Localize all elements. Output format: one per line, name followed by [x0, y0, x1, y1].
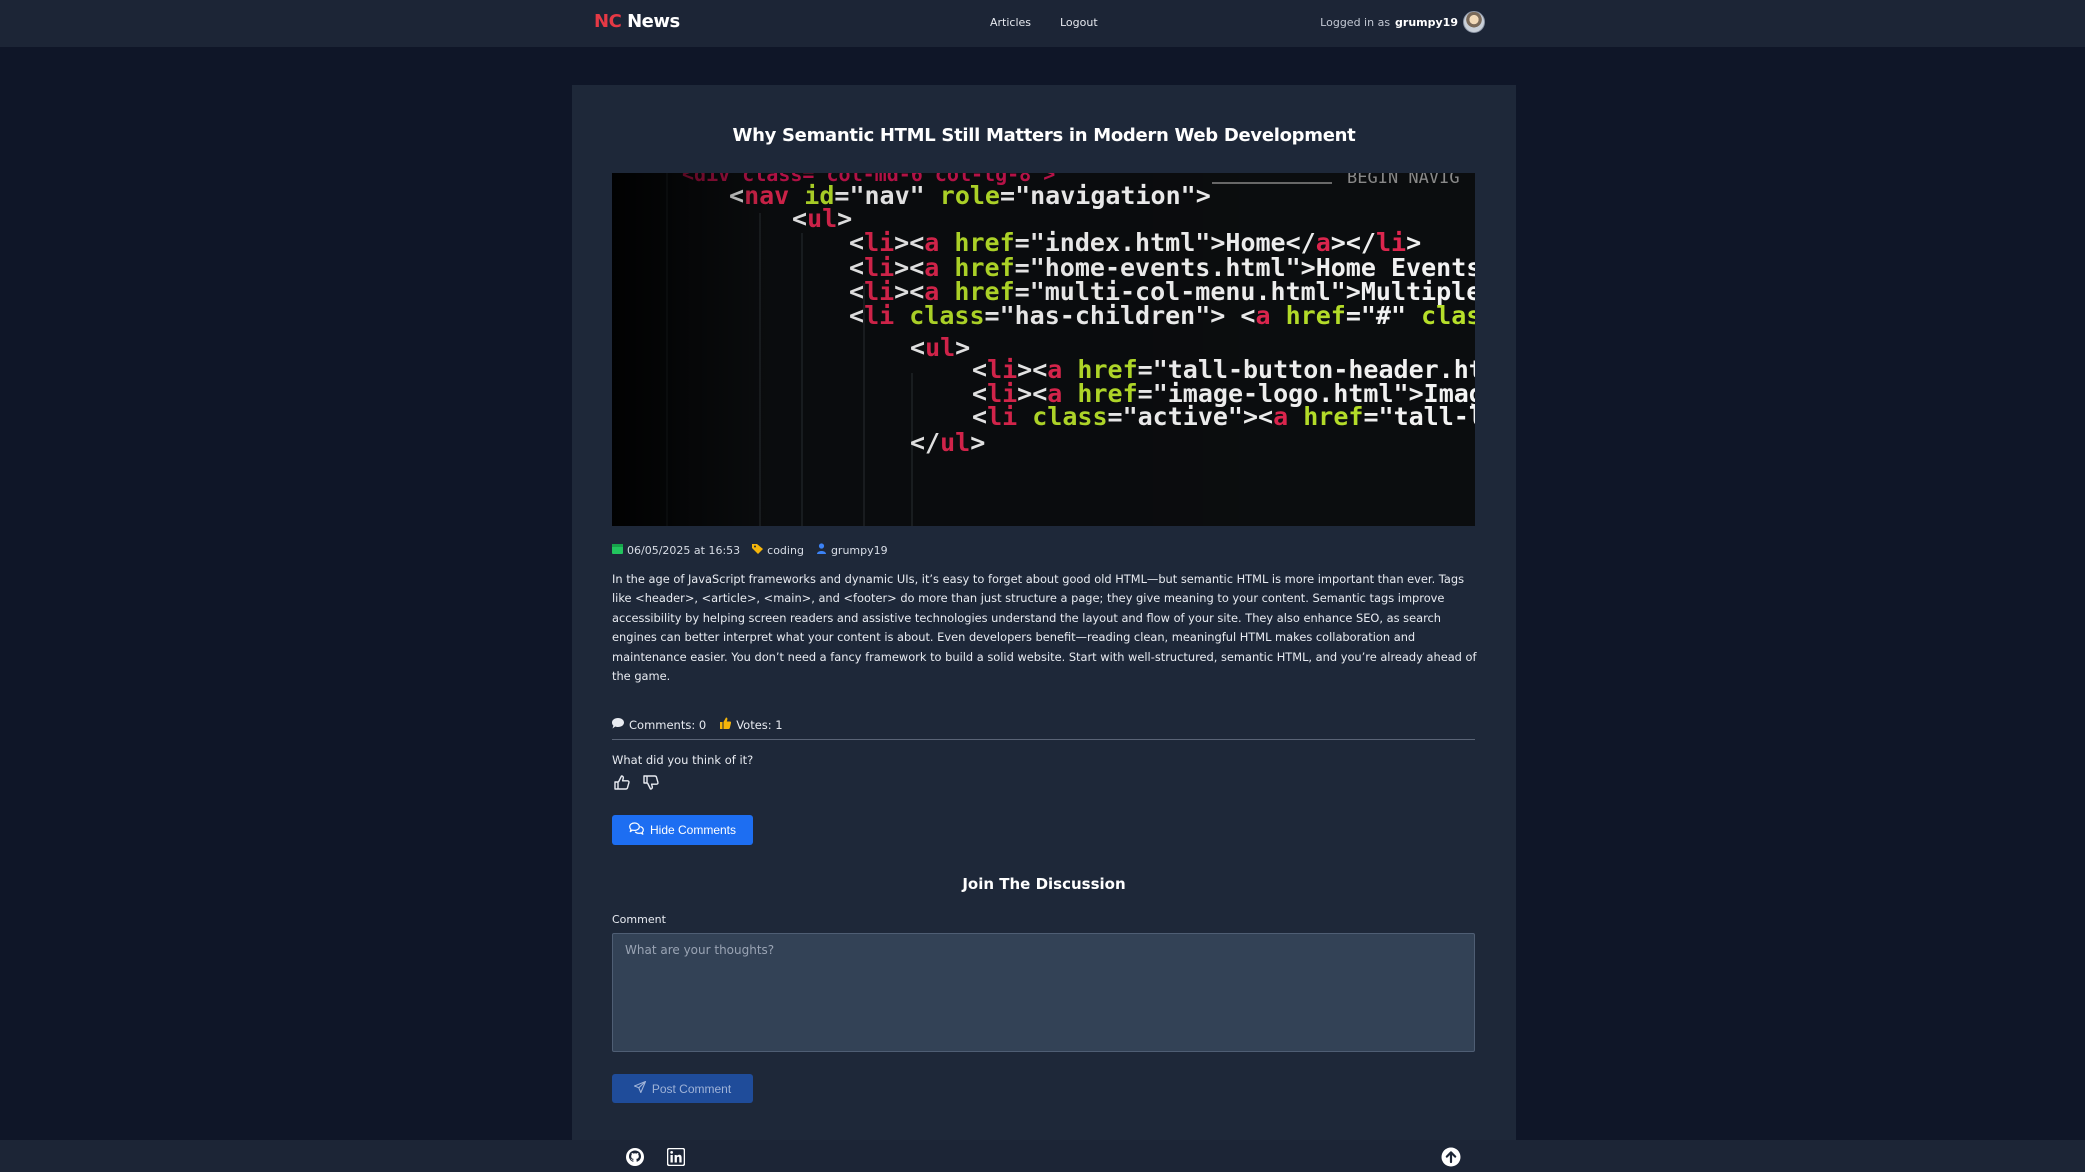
votes-count-text: Votes: 1 [736, 717, 783, 732]
linkedin-link[interactable] [666, 1147, 686, 1170]
votes-count: Votes: 1 [720, 717, 783, 732]
hide-comments-label: Hide Comments [649, 823, 737, 837]
article-author-text: grumpy19 [830, 543, 888, 557]
nav-logout-link[interactable]: Logout [1060, 16, 1098, 29]
comment-field-label: Comment [612, 913, 666, 926]
send-icon [633, 1080, 646, 1096]
logo-news: News [627, 11, 680, 32]
code-screenshot-image: BEGIN NAVIG <div class="col-md-6 col-lg-… [612, 173, 1475, 526]
top-navbar: NC News Articles Logout Logged in as gru… [0, 0, 2085, 47]
downvote-button[interactable] [641, 774, 661, 794]
tag-icon [752, 543, 764, 557]
article-title: Why Semantic HTML Still Matters in Moder… [732, 125, 1356, 146]
comments-count-text: Comments: 0 [629, 717, 707, 732]
comment-bubble-icon [612, 717, 624, 732]
article-meta: 06/05/2025 at 16:53 coding grumpy19 [612, 543, 888, 557]
comments-count: Comments: 0 [612, 717, 707, 732]
linkedin-icon [666, 1147, 686, 1170]
page-footer [0, 1140, 2085, 1172]
comment-textarea[interactable] [612, 933, 1475, 1052]
article-card: Why Semantic HTML Still Matters in Moder… [572, 85, 1516, 1172]
logged-in-prefix: Logged in as [1320, 15, 1391, 29]
thumbs-down-icon [643, 775, 659, 793]
post-comment-button[interactable]: Post Comment [612, 1074, 753, 1103]
article-topic[interactable]: coding [752, 543, 804, 557]
article-topic-text: coding [767, 543, 804, 557]
article-body: In the age of JavaScript frameworks and … [612, 572, 1477, 684]
site-logo[interactable]: NC News [594, 11, 680, 32]
nav-articles-link[interactable]: Articles [990, 16, 1031, 29]
article-date: 06/05/2025 at 16:53 [612, 543, 740, 557]
hide-comments-button[interactable]: Hide Comments [612, 815, 753, 845]
article-image: BEGIN NAVIG <div class="col-md-6 col-lg-… [612, 173, 1475, 526]
article-date-text: 06/05/2025 at 16:53 [627, 543, 741, 557]
vote-prompt: What did you think of it? [612, 753, 754, 767]
logged-in-username: grumpy19 [1395, 15, 1458, 29]
user-avatar[interactable] [1463, 11, 1485, 33]
thumbs-up-icon [614, 775, 630, 793]
github-icon [625, 1147, 645, 1171]
article-author[interactable]: grumpy19 [816, 543, 888, 557]
github-link[interactable] [625, 1147, 645, 1171]
logged-in-status: Logged in as grumpy19 [1320, 11, 1485, 33]
thumbs-up-filled-icon [720, 717, 732, 732]
user-icon [816, 543, 827, 557]
stats-divider [612, 739, 1475, 740]
scroll-to-top-icon [1441, 1147, 1461, 1171]
logo-nc: NC [594, 11, 622, 32]
scroll-to-top-button[interactable] [1441, 1147, 1461, 1171]
join-discussion-heading: Join The Discussion [962, 875, 1126, 893]
comments-icon [629, 822, 644, 838]
upvote-button[interactable] [612, 774, 632, 794]
calendar-icon [612, 543, 623, 557]
article-stats: Comments: 0 Votes: 1 [612, 717, 783, 732]
post-comment-label: Post Comment [651, 1081, 732, 1096]
